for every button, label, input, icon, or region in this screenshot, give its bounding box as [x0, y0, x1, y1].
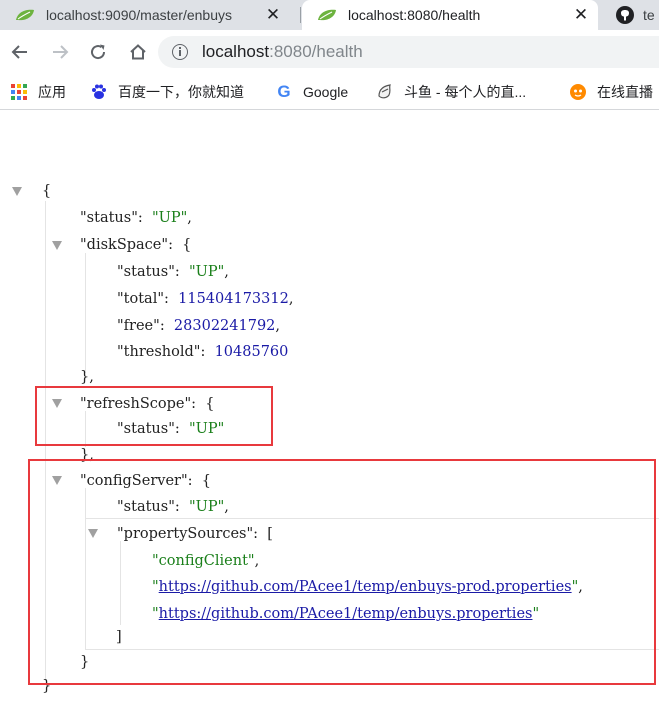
- bookmark-label: 百度一下，你就知道: [118, 84, 244, 100]
- address-bar[interactable]: localhost:8080/health: [158, 36, 659, 68]
- apps-grid-icon: [10, 83, 28, 101]
- json-line-free: "free": 28302241792,: [117, 318, 281, 334]
- google-icon: G: [277, 82, 291, 101]
- bookmarks-bar: 应用 百度一下，你就知道 G Google 斗鱼 - 每个人的直... 在线直播: [0, 74, 659, 110]
- tab-enbuys-config[interactable]: localhost:9090/master/enbuys ✕: [0, 0, 298, 30]
- highlight-box-configserver: [28, 459, 656, 685]
- json-line-disk-status: "status": "UP",: [117, 264, 229, 280]
- tab-health[interactable]: localhost:8080/health ✕: [302, 0, 598, 30]
- live-stream-icon: [569, 83, 587, 101]
- spring-leaf-icon: [318, 9, 336, 21]
- bookmark-label: 应用: [38, 84, 66, 100]
- back-arrow-icon: [11, 45, 27, 59]
- json-key: "status": [117, 264, 175, 280]
- close-tab-icon[interactable]: ✕: [572, 5, 590, 25]
- indent-guide: [85, 253, 86, 373]
- bookmark-baidu[interactable]: 百度一下，你就知道: [90, 81, 244, 103]
- bookmark-label: 在线直播: [597, 84, 653, 100]
- json-number: 10485760: [214, 344, 289, 360]
- json-viewer: { "status": "UP", "diskSpace": { "status…: [0, 111, 659, 701]
- url-path: :8080/health: [269, 42, 363, 61]
- json-key: "status": [80, 210, 138, 226]
- collapse-diskspace-icon[interactable]: [52, 241, 62, 250]
- bookmark-label: 斗鱼 - 每个人的直...: [404, 84, 527, 100]
- json-line-diskspace: "diskSpace": {: [80, 237, 192, 253]
- back-button[interactable]: [6, 38, 34, 66]
- tab-title: te: [643, 7, 655, 23]
- tab-title: localhost:8080/health: [348, 7, 481, 23]
- json-number: 115404173312: [178, 291, 289, 307]
- forward-button[interactable]: [46, 38, 74, 66]
- url-text[interactable]: localhost:8080/health: [202, 42, 363, 62]
- tab-strip: localhost:9090/master/enbuys ✕ localhost…: [0, 0, 659, 30]
- tab-title: localhost:9090/master/enbuys: [46, 7, 232, 23]
- bookmark-label: Google: [303, 84, 349, 100]
- json-key: "diskSpace": [80, 237, 169, 253]
- json-line: {: [42, 183, 52, 199]
- tab-separator: [300, 7, 301, 23]
- json-number: 28302241792: [173, 318, 276, 334]
- json-line-threshold: "threshold": 10485760: [117, 344, 289, 360]
- home-button[interactable]: [124, 38, 152, 66]
- json-key: "free": [117, 318, 160, 334]
- json-key: "total": [117, 291, 165, 307]
- close-tab-icon[interactable]: ✕: [264, 5, 282, 25]
- browser-toolbar: localhost:8080/health: [0, 30, 659, 74]
- json-line-total: "total": 115404173312,: [117, 291, 294, 307]
- url-host: localhost: [202, 42, 270, 61]
- github-icon: [616, 6, 634, 24]
- highlight-box-refreshscope: [35, 386, 273, 446]
- json-line-close: },: [80, 369, 94, 385]
- site-info-icon[interactable]: [172, 44, 188, 60]
- baidu-paw-icon: [90, 83, 108, 101]
- tab-github[interactable]: te: [601, 0, 659, 30]
- home-icon: [130, 44, 146, 60]
- douyu-icon: [376, 83, 394, 101]
- reload-icon: [91, 44, 106, 60]
- bookmark-douyu[interactable]: 斗鱼 - 每个人的直...: [376, 81, 526, 103]
- bookmark-google[interactable]: G Google: [275, 81, 348, 103]
- spring-leaf-icon: [16, 9, 34, 21]
- reload-button[interactable]: [84, 38, 112, 66]
- forward-arrow-icon: [53, 45, 69, 59]
- bookmark-live[interactable]: 在线直播: [569, 81, 653, 103]
- json-key: "threshold": [117, 344, 201, 360]
- json-line-status: "status": "UP",: [80, 210, 192, 226]
- collapse-root-icon[interactable]: [12, 187, 22, 196]
- bookmark-apps[interactable]: 应用: [10, 81, 66, 103]
- json-string: "UP": [188, 264, 225, 280]
- json-string: "UP": [151, 210, 188, 226]
